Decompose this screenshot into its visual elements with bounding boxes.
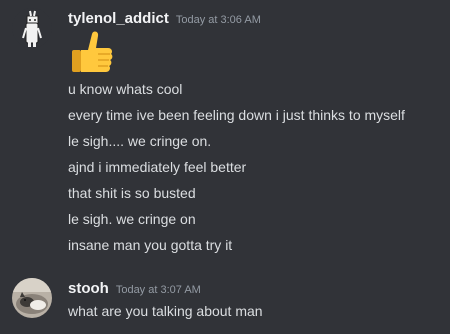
message-text: le sigh. we cringe on xyxy=(68,211,196,227)
thumbs-up-icon xyxy=(68,28,116,76)
message-text: that shit is so busted xyxy=(68,185,196,201)
message-text: ajnd i immediately feel better xyxy=(68,159,247,175)
message-group-tylenol: tylenol_addict Today at 3:06 AM u know w… xyxy=(0,0,450,260)
message-text: le sigh.... we cringe on. xyxy=(68,133,212,149)
message-text: every time ive been feeling down i just … xyxy=(68,107,405,123)
message-text: what are you talking about man xyxy=(68,303,263,319)
username[interactable]: stooh xyxy=(68,280,109,297)
message-header: stooh Today at 3:07 AM xyxy=(68,280,201,297)
avatar[interactable] xyxy=(12,8,52,48)
message-text: insane man you gotta try it xyxy=(68,237,233,253)
username[interactable]: tylenol_addict xyxy=(68,10,169,27)
message-header: tylenol_addict Today at 3:06 AM xyxy=(68,10,261,27)
person-figure-avatar-icon xyxy=(12,8,52,48)
avatar[interactable] xyxy=(12,278,52,318)
message-text: u know whats cool xyxy=(68,81,183,97)
cat-photo-avatar-icon xyxy=(12,278,52,318)
timestamp[interactable]: Today at 3:07 AM xyxy=(116,284,201,296)
message-group-stooh: stooh Today at 3:07 AM what are you talk… xyxy=(0,272,450,334)
timestamp[interactable]: Today at 3:06 AM xyxy=(176,14,261,26)
